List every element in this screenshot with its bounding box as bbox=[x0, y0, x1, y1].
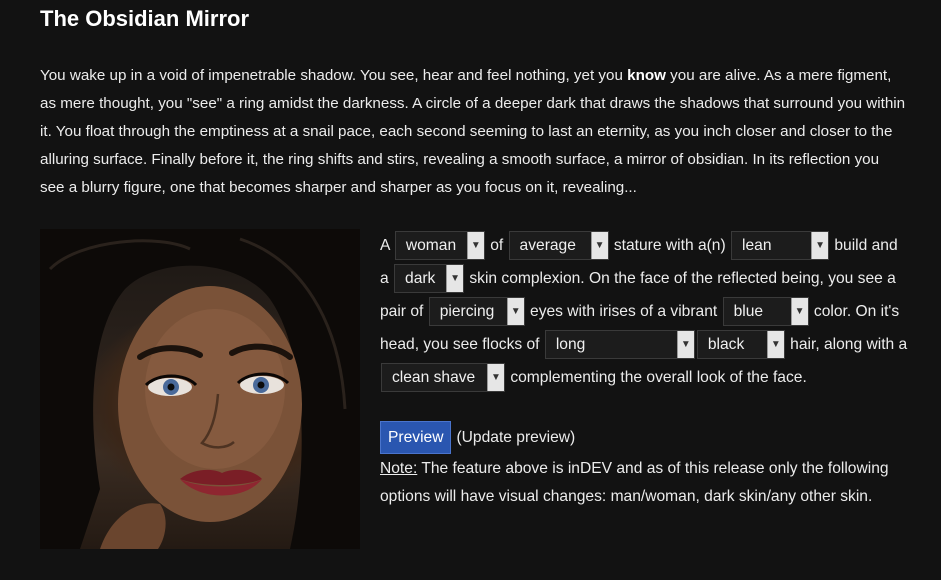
build-select[interactable]: lean ▼ bbox=[731, 231, 830, 261]
portrait-illustration bbox=[40, 229, 360, 549]
intro-emphasis: know bbox=[627, 67, 666, 84]
form-text: hair, along with a bbox=[785, 336, 908, 353]
preview-button[interactable]: Preview bbox=[380, 421, 452, 454]
form-text: A bbox=[380, 237, 394, 254]
chevron-down-icon: ▼ bbox=[766, 331, 784, 359]
eyes-value: piercing bbox=[439, 303, 495, 321]
character-portrait bbox=[40, 229, 360, 549]
intro-part-2: you are alive. As a mere figment, as mer… bbox=[40, 67, 906, 196]
skin-select[interactable]: dark ▼ bbox=[394, 264, 465, 294]
intro-text: You wake up in a void of impenetrable sh… bbox=[40, 62, 906, 202]
facial-hair-value: clean shave bbox=[392, 369, 476, 387]
facial-hair-select[interactable]: clean shave ▼ bbox=[381, 363, 505, 393]
chevron-down-icon: ▼ bbox=[790, 298, 808, 326]
chevron-down-icon: ▼ bbox=[487, 364, 504, 392]
iris-value: blue bbox=[733, 303, 764, 321]
gender-select[interactable]: woman ▼ bbox=[394, 231, 485, 261]
build-value: lean bbox=[742, 237, 772, 255]
hair-length-value: long bbox=[555, 336, 586, 354]
page-title: The Obsidian Mirror bbox=[40, 6, 250, 31]
chevron-down-icon: ▼ bbox=[811, 232, 829, 260]
hair-color-select[interactable]: black ▼ bbox=[696, 330, 785, 360]
hair-color-value: black bbox=[707, 336, 745, 354]
stature-select[interactable]: average ▼ bbox=[508, 231, 609, 261]
chevron-down-icon: ▼ bbox=[590, 232, 608, 260]
note-text: The feature above is inDEV and as of thi… bbox=[380, 460, 889, 505]
chevron-down-icon: ▼ bbox=[466, 232, 484, 260]
note-label: Note: bbox=[380, 460, 418, 477]
stature-value: average bbox=[519, 237, 576, 255]
iris-select[interactable]: blue ▼ bbox=[722, 297, 809, 327]
preview-row: Preview (Update preview) bbox=[380, 421, 575, 454]
form-text: stature with a(n) bbox=[609, 237, 731, 254]
dev-note: Note: The feature above is inDEV and as … bbox=[380, 455, 910, 511]
skin-value: dark bbox=[405, 270, 436, 288]
chevron-down-icon: ▼ bbox=[446, 265, 464, 293]
character-form: A woman ▼ of average ▼ stature with a(n) l… bbox=[380, 229, 908, 394]
gender-value: woman bbox=[405, 237, 457, 255]
chevron-down-icon: ▼ bbox=[506, 298, 524, 326]
preview-hint: (Update preview) bbox=[456, 428, 576, 446]
hair-length-select[interactable]: long ▼ bbox=[544, 330, 695, 360]
form-text: complementing the overall look of the fa… bbox=[506, 369, 807, 386]
eyes-select[interactable]: piercing ▼ bbox=[428, 297, 525, 327]
intro-part-1: You wake up in a void of impenetrable sh… bbox=[40, 67, 628, 84]
form-text: of bbox=[485, 237, 508, 254]
chevron-down-icon: ▼ bbox=[676, 331, 694, 359]
form-text: eyes with irises of a vibrant bbox=[525, 303, 722, 320]
